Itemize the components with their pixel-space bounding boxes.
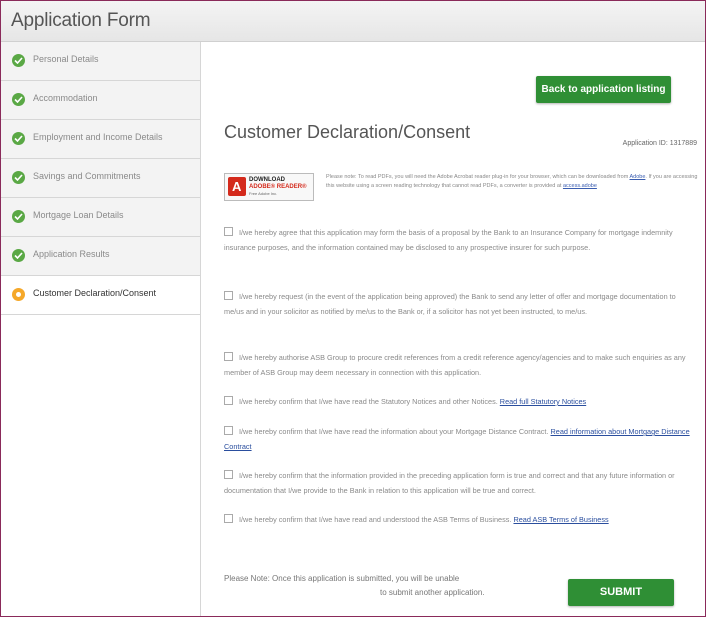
sidebar-item-label: Personal Details (33, 54, 99, 64)
sidebar-item-label: Savings and Commitments (33, 171, 141, 181)
declaration-item: I/we hereby confirm that I/we have read … (224, 424, 694, 454)
sidebar-item-label: Application Results (33, 249, 110, 259)
statutory-notices-link[interactable]: Read full Statutory Notices (500, 397, 586, 406)
sidebar-item-application-results[interactable]: Application Results (1, 237, 200, 276)
note-line2: to submit another application. (380, 588, 485, 597)
check-circle-icon (12, 132, 25, 145)
declaration-checkbox[interactable] (224, 227, 233, 236)
adobe-badge-line1: DOWNLOAD (249, 177, 285, 183)
declaration-text: I/we hereby authorise ASB Group to procu… (224, 353, 686, 377)
sidebar-item-accommodation[interactable]: Accommodation (1, 81, 200, 120)
declaration-item: I/we hereby confirm that I/we have read … (224, 394, 694, 409)
declaration-text: I/we hereby confirm that I/we have read … (239, 515, 512, 524)
submit-button[interactable]: SUBMIT (568, 579, 674, 606)
check-circle-icon (12, 54, 25, 67)
adobe-note: Please note: To read PDFs, you will need… (326, 173, 698, 191)
main-content: Back to application listing Customer Dec… (202, 42, 705, 616)
note-line1: Please Note: Once this application is su… (224, 574, 460, 583)
check-circle-icon (12, 210, 25, 223)
declaration-item: I/we hereby authorise ASB Group to procu… (224, 350, 694, 380)
declaration-text: I/we hereby agree that this application … (224, 228, 673, 252)
sidebar-item-label: Customer Declaration/Consent (33, 288, 157, 298)
declaration-text: I/we hereby confirm that I/we have read … (239, 427, 549, 436)
application-id: Application ID: 1317889 (622, 140, 697, 147)
declaration-item: I/we hereby confirm that I/we have read … (224, 512, 694, 527)
sidebar-item-label: Accommodation (33, 93, 98, 103)
current-step-icon (12, 288, 25, 301)
adobe-note-text: Please note: To read PDFs, you will need… (326, 174, 629, 180)
header: Application Form (1, 1, 705, 42)
declaration-item: I/we hereby agree that this application … (224, 225, 694, 255)
declaration-checkbox[interactable] (224, 470, 233, 479)
adobe-reader-icon (228, 177, 246, 196)
sidebar-item-label: Employment and Income Details (33, 132, 163, 142)
application-window: Application Form Personal Details Accomm… (0, 0, 706, 617)
sidebar-item-savings[interactable]: Savings and Commitments (1, 159, 200, 198)
adobe-badge-line3: Free Adobe Inc. (249, 191, 278, 196)
adobe-badge-line2: ADOBE® READER® (249, 184, 307, 190)
sidebar-item-personal-details[interactable]: Personal Details (1, 42, 200, 81)
declaration-checkbox[interactable] (224, 396, 233, 405)
access-adobe-link[interactable]: access.adobe (563, 183, 597, 189)
declaration-checkbox[interactable] (224, 514, 233, 523)
declaration-text: I/we hereby confirm that the information… (224, 471, 675, 495)
declaration-checkbox[interactable] (224, 352, 233, 361)
check-circle-icon (12, 171, 25, 184)
submission-note: Please Note: Once this application is su… (224, 572, 524, 600)
adobe-link[interactable]: Adobe (630, 174, 646, 180)
declaration-item: I/we hereby request (in the event of the… (224, 289, 694, 319)
sidebar-item-customer-declaration[interactable]: Customer Declaration/Consent (1, 276, 200, 315)
sidebar-item-employment[interactable]: Employment and Income Details (1, 120, 200, 159)
declaration-text: I/we hereby request (in the event of the… (224, 292, 676, 316)
terms-of-business-link[interactable]: Read ASB Terms of Business (513, 515, 608, 524)
check-circle-icon (12, 93, 25, 106)
declaration-item: I/we hereby confirm that the information… (224, 468, 694, 498)
declaration-text: I/we hereby confirm that I/we have read … (239, 397, 498, 406)
declaration-checkbox[interactable] (224, 426, 233, 435)
sidebar-item-label: Mortgage Loan Details (33, 210, 124, 220)
page-title: Customer Declaration/Consent (224, 122, 471, 142)
adobe-reader-badge[interactable]: DOWNLOAD ADOBE® READER® Free Adobe Inc. (224, 173, 314, 201)
sidebar-item-mortgage-loan[interactable]: Mortgage Loan Details (1, 198, 200, 237)
back-to-listing-button[interactable]: Back to application listing (536, 76, 671, 103)
declaration-checkbox[interactable] (224, 291, 233, 300)
check-circle-icon (12, 249, 25, 262)
page-header-title: Application Form (11, 10, 151, 31)
sidebar: Personal Details Accommodation Employmen… (1, 42, 201, 616)
